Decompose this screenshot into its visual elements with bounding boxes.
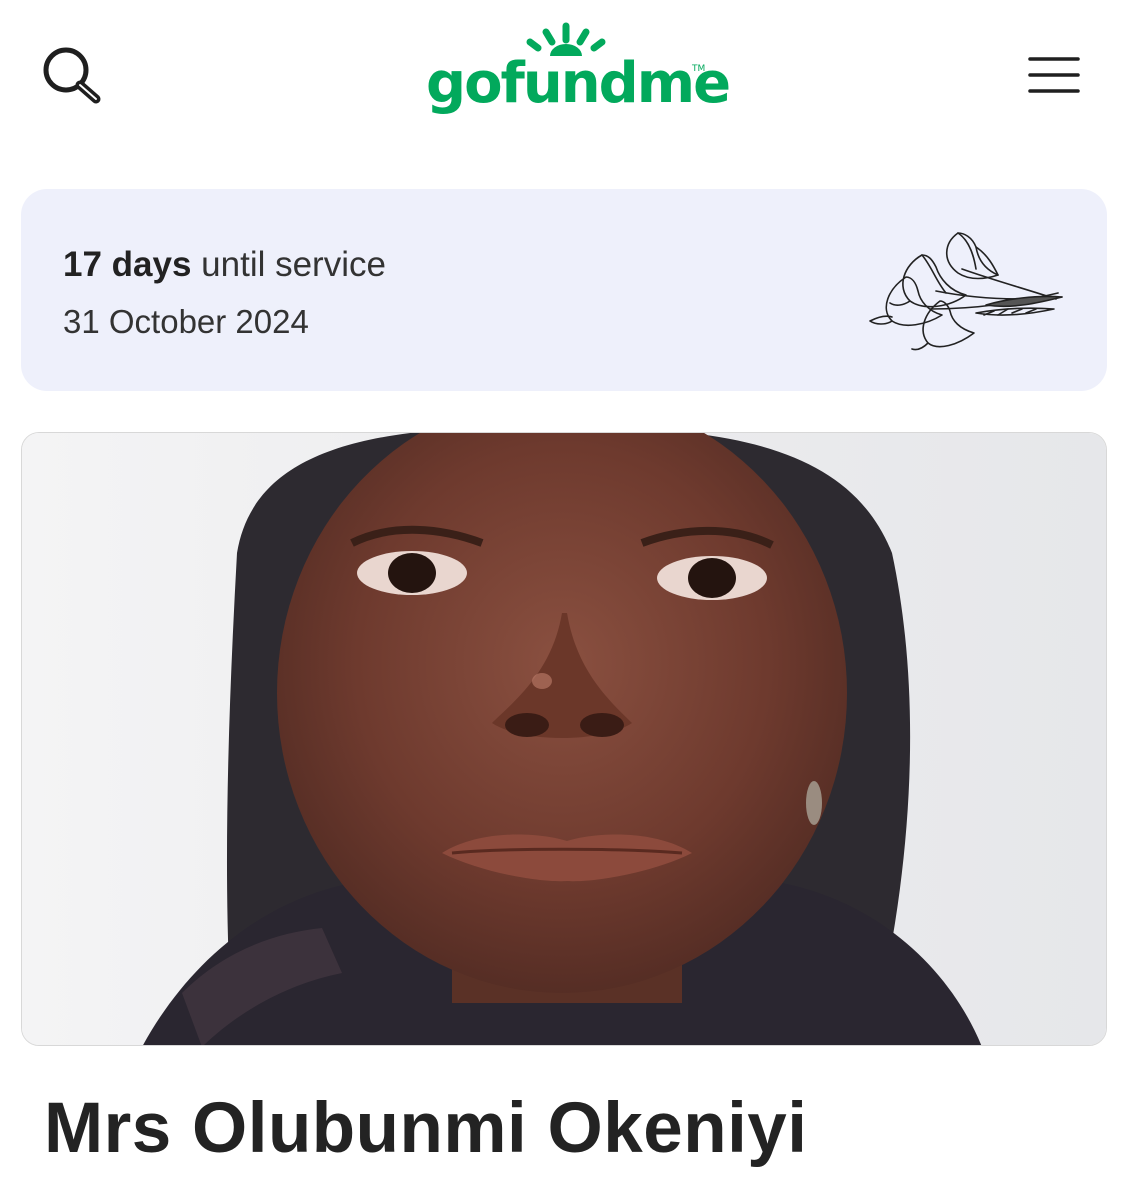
service-countdown-card: 17 days until service 31 October 2024 xyxy=(21,189,1107,391)
service-countdown: 17 days until service xyxy=(63,245,386,285)
lily-flowers-icon xyxy=(869,232,1063,351)
logo-wordmark: gofundme xyxy=(426,51,731,116)
logo-trademark: TM xyxy=(692,64,706,74)
until-service-label: until service xyxy=(191,245,386,284)
days-until-service: 17 days xyxy=(63,245,192,284)
gofundme-logo[interactable]: gofundme TM xyxy=(420,22,731,127)
menu-button[interactable] xyxy=(1024,50,1084,100)
service-date: 31 October 2024 xyxy=(63,303,309,340)
search-icon xyxy=(43,47,101,104)
top-navigation-bar: gofundme TM xyxy=(0,0,1128,150)
campaign-title: Mrs Olubunmi Okeniyi xyxy=(44,1089,808,1168)
campaign-photo[interactable] xyxy=(21,432,1107,1046)
hamburger-menu-icon xyxy=(1028,57,1080,93)
search-button[interactable] xyxy=(38,42,108,108)
portrait-image xyxy=(22,433,1106,1045)
